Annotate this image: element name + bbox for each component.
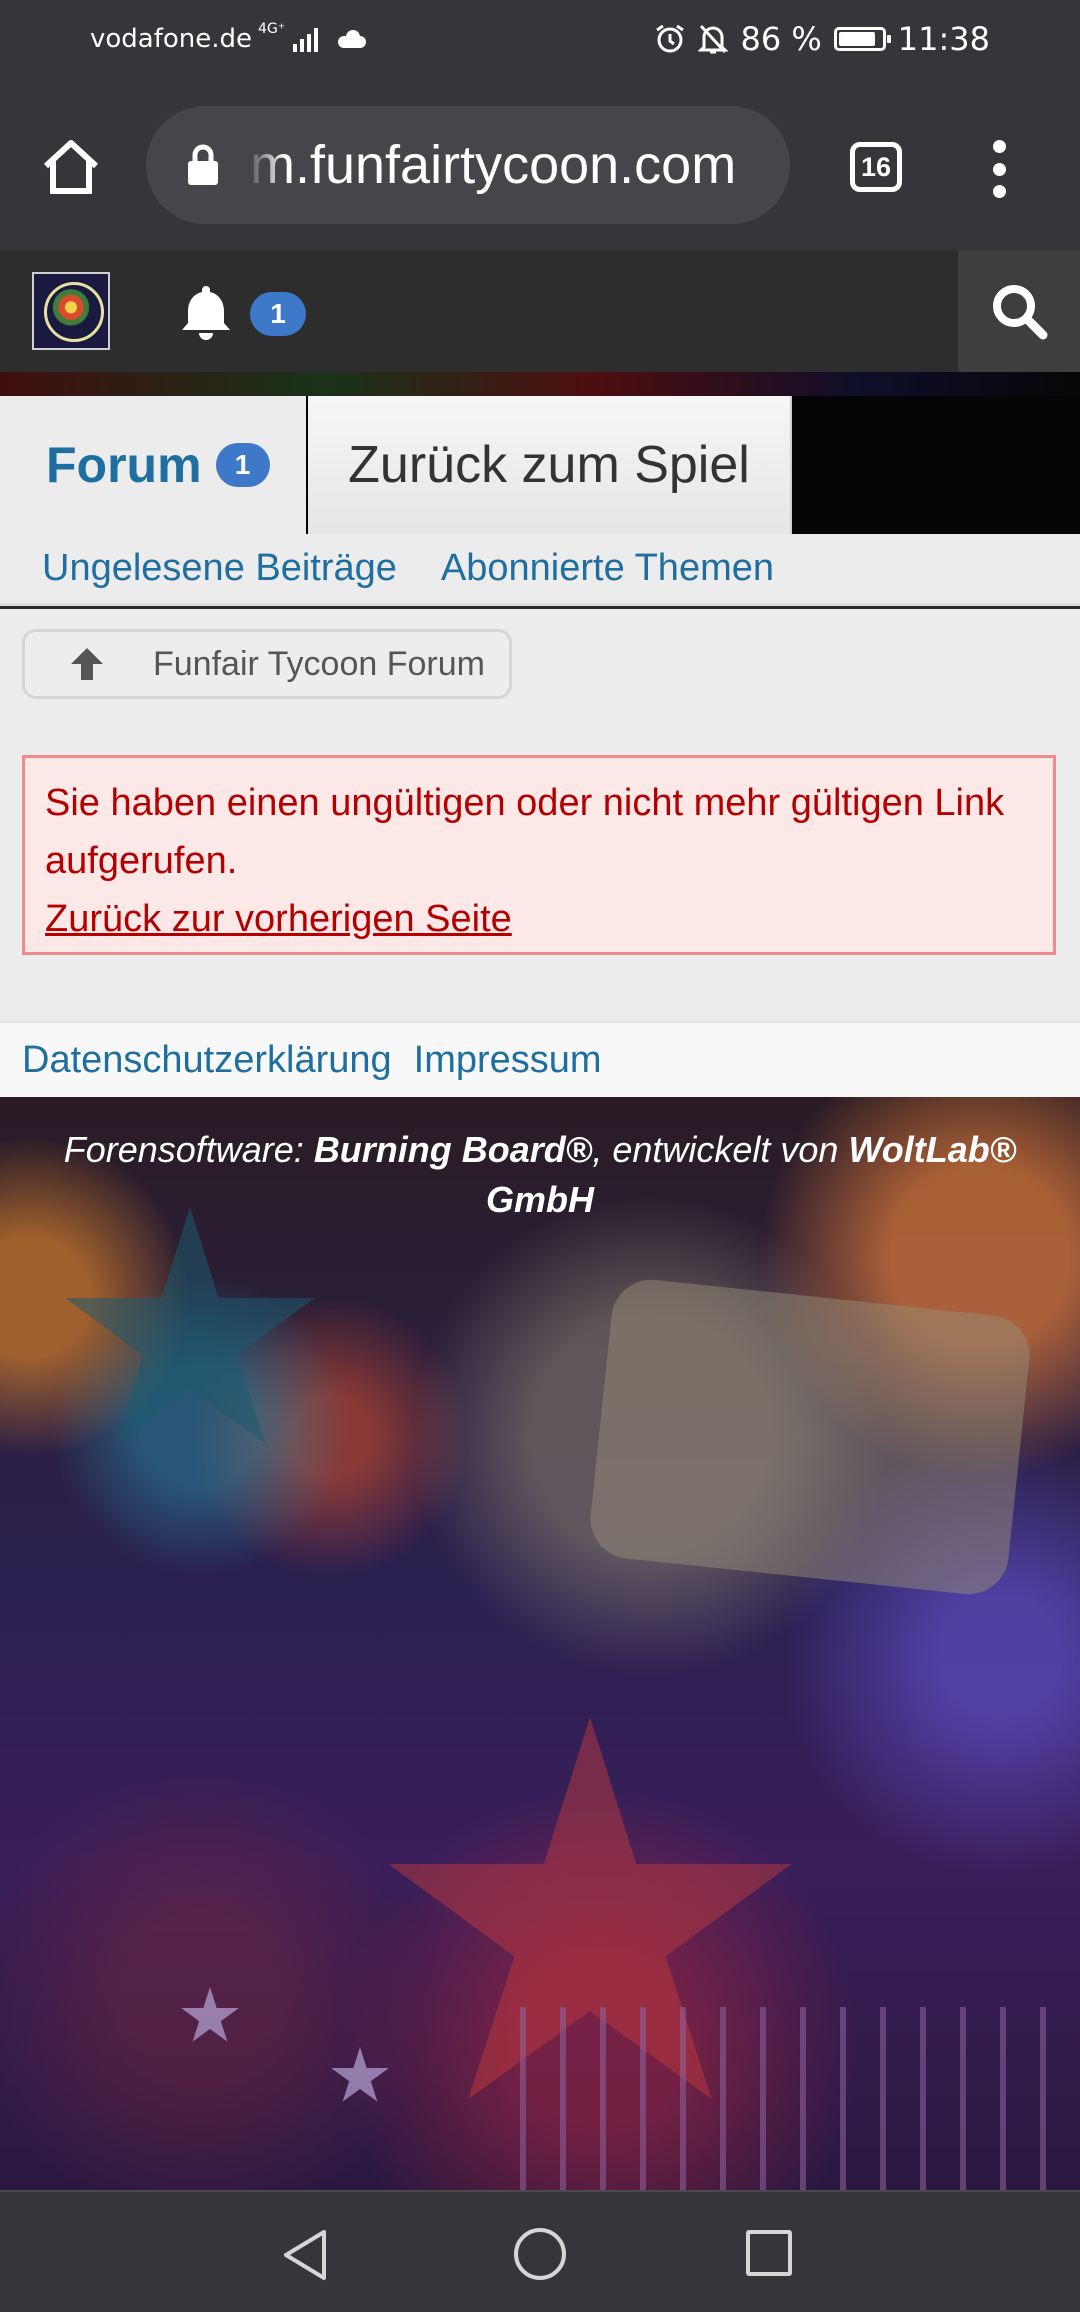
- error-message-box: Sie haben einen ungültigen oder nicht me…: [22, 755, 1056, 955]
- credit-middle: , entwickelt von: [592, 1129, 849, 1170]
- background-image: Forensoftware: Burning Board®, entwickel…: [0, 1097, 1080, 2190]
- bell-icon[interactable]: [174, 280, 238, 344]
- status-left: vodafone.de 4G⁺: [90, 21, 368, 54]
- status-right: 86 % 11:38: [654, 20, 990, 58]
- tab-forum-badge: 1: [215, 443, 270, 487]
- signal-icon: [293, 26, 319, 52]
- cloud-icon: [334, 30, 368, 48]
- footer-links: Datenschutzerklärung Impressum: [0, 1021, 1080, 1097]
- breadcrumb-label: Funfair Tycoon Forum: [153, 644, 485, 683]
- credit-prefix: Forensoftware:: [63, 1129, 314, 1170]
- home-icon[interactable]: [40, 136, 102, 198]
- tab-forum-label: Forum: [46, 437, 202, 493]
- network-type: 4G⁺: [258, 21, 286, 37]
- search-icon: [993, 285, 1048, 340]
- circle-home-icon[interactable]: [514, 2228, 566, 2280]
- search-button[interactable]: [958, 250, 1080, 372]
- triangle-back-icon[interactable]: [280, 2228, 330, 2282]
- battery-icon: [833, 27, 891, 51]
- unread-posts-link[interactable]: Ungelesene Beiträge: [42, 547, 397, 590]
- browser-toolbar: m.funfairtycoon.com 16: [0, 82, 1080, 250]
- tab-back-to-game[interactable]: Zurück zum Spiel: [308, 396, 792, 534]
- tab-switcher-button[interactable]: 16: [850, 142, 902, 192]
- address-bar[interactable]: m.funfairtycoon.com: [146, 106, 790, 224]
- main-content: Funfair Tycoon Forum Sie haben einen ung…: [0, 609, 1080, 1021]
- back-to-previous-link[interactable]: Zurück zur vorherigen Seite: [45, 898, 512, 940]
- bell-off-icon: [698, 24, 729, 54]
- clock: 11:38: [897, 20, 990, 58]
- imprint-link[interactable]: Impressum: [414, 1039, 602, 1082]
- site-logo[interactable]: [32, 272, 110, 350]
- square-recent-icon[interactable]: [746, 2230, 792, 2276]
- error-message: Sie haben einen ungültigen oder nicht me…: [45, 782, 1005, 882]
- main-tabs: Forum 1 Zurück zum Spiel: [0, 372, 1080, 534]
- breadcrumb[interactable]: Funfair Tycoon Forum: [22, 629, 512, 699]
- subscribed-topics-link[interactable]: Abonnierte Themen: [441, 547, 774, 590]
- status-bar: vodafone.de 4G⁺ 86 % 11:38: [0, 0, 1080, 82]
- privacy-link[interactable]: Datenschutzerklärung: [22, 1039, 392, 1082]
- url-text: m.funfairtycoon.com: [250, 135, 737, 195]
- system-nav-bar: [0, 2190, 1080, 2312]
- tab-forum[interactable]: Forum 1: [0, 396, 306, 534]
- carrier-label: vodafone.de: [90, 24, 253, 54]
- lock-icon: [188, 144, 218, 185]
- sub-nav: Ungelesene Beiträge Abonnierte Themen: [0, 534, 1080, 606]
- alarm-icon: [656, 24, 685, 53]
- software-credit: Forensoftware: Burning Board®, entwickel…: [40, 1125, 1040, 1225]
- site-header: 1: [0, 250, 1080, 372]
- notification-badge: 1: [250, 292, 306, 336]
- more-vert-icon[interactable]: [984, 140, 1014, 198]
- arrow-up-icon: [71, 648, 103, 680]
- credit-product[interactable]: Burning Board®: [314, 1129, 593, 1170]
- battery-percent: 86 %: [740, 20, 822, 58]
